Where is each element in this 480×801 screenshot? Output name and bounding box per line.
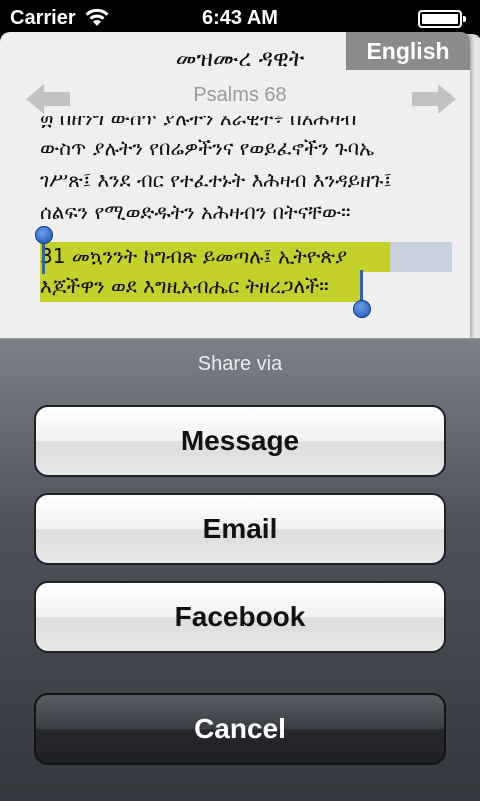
- previous-chapter-arrow-icon[interactable]: [24, 82, 72, 116]
- next-chapter-arrow-icon[interactable]: [410, 82, 458, 116]
- clock: 6:43 AM: [202, 7, 278, 29]
- cancel-button[interactable]: Cancel: [34, 693, 446, 765]
- selection-start-bar: [42, 240, 45, 274]
- verse-line: ውስጥ ያሉትን የበሬዎችንና የወይፈኖችን ጉባኤ: [40, 136, 375, 160]
- selection-end-handle[interactable]: [353, 300, 371, 318]
- share-message-button[interactable]: Message: [34, 405, 446, 477]
- selection-end-bar: [360, 270, 363, 304]
- share-action-sheet: Share via Message Email Facebook Cancel: [0, 338, 480, 801]
- selected-verse-line[interactable]: 31 መኳንንት ከግብጽ ይመጣሉ፤ ኢትዮጵያ: [40, 240, 460, 272]
- verse-line: ሰልፍን የሚወድዱትን አሕዛብን በትናቸው።: [40, 200, 351, 224]
- share-sheet-title: Share via: [197, 353, 283, 375]
- reader-page[interactable]: English መዝሙረ ዳዊት Psalms 68 ፴ በዘንግ ውስጥ ያሉ…: [0, 32, 470, 352]
- battery-icon: [418, 10, 466, 28]
- share-email-button[interactable]: Email: [34, 493, 446, 565]
- selection-start-handle[interactable]: [35, 226, 53, 244]
- book-title: መዝሙረ ዳዊት: [175, 46, 305, 72]
- share-facebook-button[interactable]: Facebook: [34, 581, 446, 653]
- verse-line: ገሥጽ፤ እንደ ብር የተፈተኑት እሕዛብ እንዳይዘጉ፤: [40, 168, 392, 192]
- selected-verse-line[interactable]: እጆችዋን ወደ እግዚአብሔር ትዘረጋለች።: [40, 270, 460, 302]
